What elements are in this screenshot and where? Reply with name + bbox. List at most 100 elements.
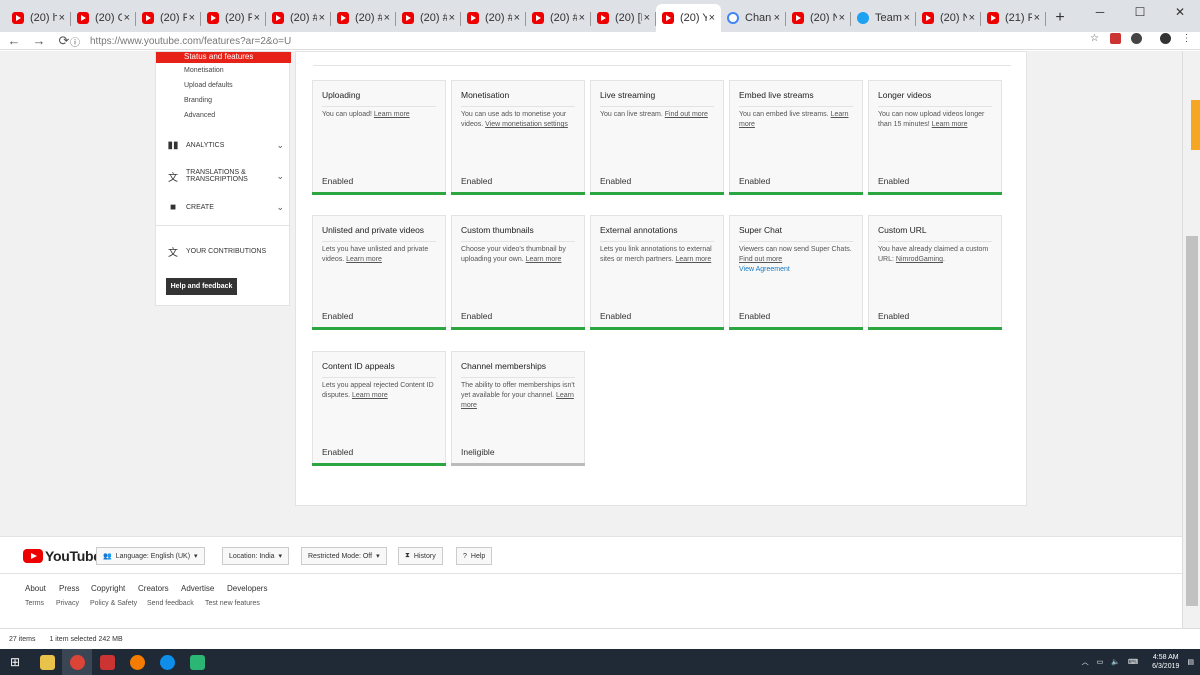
info-icon[interactable]: ⓘ (70, 34, 84, 49)
close-icon[interactable]: × (839, 12, 845, 24)
scrollbar-thumb[interactable] (1186, 236, 1198, 606)
minimize-button[interactable]: ─ (1080, 0, 1120, 24)
footer-link[interactable]: Copyright (91, 584, 125, 593)
tab[interactable]: (20) PU× (201, 4, 266, 32)
close-icon[interactable]: × (59, 12, 65, 24)
sidebar-item-status-and-features[interactable]: Status and features (156, 52, 291, 63)
sidebar-section-translations[interactable]: 文 TRANSLATIONS & TRANSCRIPTIONS ⌄ (166, 166, 284, 186)
new-tab-button[interactable]: + (1046, 4, 1074, 32)
footer-sublink[interactable]: Test new features (205, 600, 260, 607)
clock[interactable]: 4:58 AM 6/3/2019 (1152, 653, 1179, 671)
footer-link[interactable]: Advertise (181, 584, 214, 593)
footer-link[interactable]: About (25, 584, 46, 593)
close-icon[interactable]: × (709, 12, 715, 24)
close-icon[interactable]: × (644, 12, 650, 24)
learn-more-link[interactable]: Learn more (932, 121, 968, 128)
firefox-icon[interactable] (122, 649, 152, 675)
sidebar-section-analytics[interactable]: ▮▮ ANALYTICS ⌄ (166, 135, 284, 155)
tab[interactable]: Channe× (721, 4, 786, 32)
menu-dots-icon[interactable]: ⋮ (1181, 33, 1192, 44)
network-icon[interactable]: ▭ (1097, 658, 1104, 666)
extension-icon[interactable] (1110, 33, 1121, 44)
close-icon[interactable]: × (904, 12, 910, 24)
footer-sublink[interactable]: Privacy (56, 600, 79, 607)
close-icon[interactable]: × (514, 12, 520, 24)
sidebar-item-monetisation[interactable]: Monetisation (184, 67, 224, 74)
footer-sublink[interactable]: Policy & Safety (90, 600, 137, 607)
volume-icon[interactable]: 🔈 (1111, 658, 1120, 666)
learn-more-link[interactable]: Learn more (352, 392, 388, 399)
tab[interactable]: (20) Yo× (656, 4, 721, 32)
view-agreement-link[interactable]: View Agreement (739, 265, 857, 275)
tab[interactable]: (20) #P× (331, 4, 396, 32)
star-icon[interactable]: ☆ (1089, 33, 1100, 44)
address-bar[interactable]: ⓘ https://www.youtube.com/features?ar=2&… (70, 32, 1100, 50)
close-icon[interactable]: × (1034, 12, 1040, 24)
language-button[interactable]: 👥 Language: English (UK) ▾ (96, 547, 205, 565)
close-icon[interactable]: × (969, 12, 975, 24)
tab[interactable]: (20) Ne× (916, 4, 981, 32)
maximize-button[interactable]: ☐ (1120, 0, 1160, 24)
forward-arrow-icon[interactable]: → (28, 32, 50, 50)
learn-more-link[interactable]: Find out more (739, 256, 782, 263)
tab[interactable]: (20) #P× (266, 4, 331, 32)
learn-more-link[interactable]: Learn more (526, 256, 562, 263)
teamviewer-icon[interactable] (152, 649, 182, 675)
tab[interactable]: (20) PU× (136, 4, 201, 32)
close-window-button[interactable]: ✕ (1160, 0, 1200, 24)
tab[interactable]: (20) #P× (526, 4, 591, 32)
footer-sublink[interactable]: Terms (25, 600, 44, 607)
sidebar-item-branding[interactable]: Branding (184, 97, 212, 104)
close-icon[interactable]: × (579, 12, 585, 24)
footer-sublink[interactable]: Send feedback (147, 600, 194, 607)
close-icon[interactable]: × (449, 12, 455, 24)
footer-link[interactable]: Creators (138, 584, 169, 593)
tab[interactable]: (20) Ni× (786, 4, 851, 32)
tab[interactable]: (21) RU× (981, 4, 1046, 32)
chevron-down-icon[interactable]: ⌄ (276, 202, 284, 213)
location-button[interactable]: Location: India ▾ (222, 547, 290, 565)
tab[interactable]: (20) how× (6, 4, 71, 32)
chrome-icon[interactable] (62, 649, 92, 675)
close-icon[interactable]: × (124, 12, 130, 24)
avatar[interactable] (1160, 33, 1171, 44)
sidebar-item-upload-defaults[interactable]: Upload defaults (184, 82, 233, 89)
chevron-down-icon[interactable]: ⌄ (276, 171, 284, 182)
footer-link[interactable]: Press (59, 584, 79, 593)
extension-icon[interactable] (1131, 33, 1142, 44)
tab[interactable]: (20) #P× (396, 4, 461, 32)
help-and-feedback-button[interactable]: Help and feedback (166, 278, 237, 295)
history-button[interactable]: ⧗ History (398, 547, 443, 565)
learn-more-link[interactable]: View monetisation settings (485, 121, 568, 128)
tab[interactable]: (20) #P× (461, 4, 526, 32)
footer-link[interactable]: Developers (227, 584, 267, 593)
close-icon[interactable]: × (189, 12, 195, 24)
chevron-up-icon[interactable]: ︿ (1082, 657, 1089, 667)
close-icon[interactable]: × (319, 12, 325, 24)
app-icon[interactable] (182, 649, 212, 675)
sidebar-section-your-contributions[interactable]: 文 YOUR CONTRIBUTIONS (166, 241, 284, 261)
tab[interactable]: (20) [Hi× (591, 4, 656, 32)
sidebar-item-advanced[interactable]: Advanced (184, 112, 215, 119)
learn-more-link[interactable]: Learn more (346, 256, 382, 263)
learn-more-link[interactable]: NimrodGaming (896, 256, 943, 263)
help-button[interactable]: ? Help (456, 547, 493, 565)
side-widget[interactable] (1191, 100, 1200, 150)
notifications-icon[interactable]: ▤ (1187, 658, 1194, 666)
sidebar-section-create[interactable]: ■ CREATE ⌄ (166, 197, 284, 217)
chevron-down-icon[interactable]: ⌄ (276, 140, 284, 151)
tab[interactable]: TeamYo× (851, 4, 916, 32)
close-icon[interactable]: × (384, 12, 390, 24)
windows-start-icon[interactable]: ⊞ (0, 649, 30, 675)
youtube-logo[interactable]: YouTube (23, 548, 101, 564)
learn-more-link[interactable]: Find out more (665, 111, 708, 118)
back-arrow-icon[interactable]: ← (3, 32, 25, 50)
restricted-mode-button[interactable]: Restricted Mode: Off ▾ (301, 547, 387, 565)
close-icon[interactable]: × (774, 12, 780, 24)
learn-more-link[interactable]: Learn more (675, 256, 711, 263)
tab[interactable]: (20) Go× (71, 4, 136, 32)
keyboard-icon[interactable]: ⌨ (1128, 658, 1138, 666)
close-icon[interactable]: × (254, 12, 260, 24)
file-explorer-icon[interactable] (32, 649, 62, 675)
app-icon[interactable] (92, 649, 122, 675)
